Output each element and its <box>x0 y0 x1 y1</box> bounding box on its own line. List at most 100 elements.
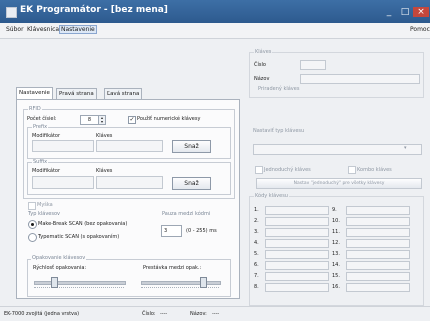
code-left-field[interactable] <box>265 228 329 237</box>
keyboard-type-select[interactable] <box>253 144 422 155</box>
pause-range-label: (0 - 255) ms <box>186 228 217 234</box>
code-left-label: 3. <box>254 229 259 235</box>
speed-slider-thumb[interactable] <box>50 277 58 288</box>
digits-spinner[interactable]: ▴ ▾ <box>98 115 106 125</box>
code-right-label: 16. <box>332 284 340 290</box>
menu-keyboard[interactable]: Klávesnica <box>27 26 59 33</box>
key-number-field[interactable] <box>300 60 326 70</box>
code-left-label: 5. <box>254 251 259 257</box>
suffix-modifier-field[interactable] <box>32 176 94 189</box>
suffix-key-field[interactable] <box>96 176 163 189</box>
typematic-label: Typematic SCAN (s opakovaním) <box>38 234 120 240</box>
code-left-label: 7. <box>254 273 259 279</box>
speed-slider-track <box>34 281 126 285</box>
code-right-field[interactable] <box>346 239 410 248</box>
combo-key-checkbox[interactable] <box>348 166 356 174</box>
code-left-label: 6. <box>254 262 259 268</box>
menu-settings[interactable]: Nastavenie <box>59 25 97 34</box>
code-right-label: 10. <box>332 218 340 224</box>
code-left-field[interactable] <box>265 206 329 215</box>
key-group-label: Kláves <box>254 49 273 55</box>
maximize-button[interactable]: □ <box>398 7 412 17</box>
repeat-group-label: Opakovanie klávesov <box>31 255 87 261</box>
codes-group-label: Kódy klávesu <box>254 193 289 199</box>
code-left-field[interactable] <box>265 239 329 248</box>
assigned-key-label: Priradený kláves <box>258 86 300 92</box>
code-right-field[interactable] <box>346 272 410 281</box>
combo-key-label: Kombo kláves <box>357 167 392 173</box>
code-left-label: 1. <box>254 207 259 213</box>
prefix-modifier-field[interactable] <box>32 140 94 152</box>
status-name-value: ---- <box>212 311 220 317</box>
suffix-modifier-label: Modifikátor <box>32 168 61 174</box>
make-break-radio[interactable] <box>28 220 37 229</box>
code-right-label: 11. <box>332 229 340 235</box>
menu-file[interactable]: Súbor <box>6 26 24 33</box>
status-number-label: Číslo: <box>142 311 156 317</box>
status-bar: EK-7000 zvojitá (jedna vrstva) Číslo: --… <box>0 306 430 321</box>
status-name-label: Názov: <box>190 311 207 317</box>
code-right-field[interactable] <box>346 217 410 226</box>
code-right-label: 13. <box>332 251 340 257</box>
window-title: EK Programátor - [bez mena] <box>20 5 168 15</box>
mouse-checkbox[interactable] <box>28 202 36 210</box>
app-icon <box>6 7 17 18</box>
code-left-field[interactable] <box>265 261 329 270</box>
single-key-checkbox[interactable] <box>255 166 263 174</box>
key-name-field[interactable] <box>300 74 420 84</box>
delay-slider-track <box>141 281 221 285</box>
mouse-label: Myška <box>37 202 53 208</box>
code-left-label: 8. <box>254 284 259 290</box>
prefix-group-label: Prefix <box>32 124 49 130</box>
key-type-label: Typ klávesov <box>27 211 62 217</box>
set-single-all-button[interactable]: Nastav "jednoduchý" pre všetky klávesy <box>256 178 422 189</box>
suffix-group-label: Suffix <box>32 159 49 165</box>
prefix-modifier-label: Modifikátor <box>32 133 61 139</box>
pause-input[interactable]: 3 <box>161 225 182 237</box>
code-left-field[interactable] <box>265 283 329 292</box>
menu-help[interactable]: Pomoc <box>410 26 430 33</box>
prefix-record-button[interactable]: Snaž <box>172 140 211 153</box>
pause-label: Pauza medzi kódmi <box>161 211 212 217</box>
digits-label: Počet čísiel: <box>27 116 57 122</box>
make-break-label: Make-Break SCAN (bez opakovania) <box>38 221 128 227</box>
key-number-label: Číslo <box>254 62 266 68</box>
prefix-key-field[interactable] <box>96 140 163 152</box>
numeric-keys-label: Použiť numerické klávesy <box>137 116 201 122</box>
single-key-label: Jednoduchý kláves <box>264 167 311 173</box>
code-left-label: 2. <box>254 218 259 224</box>
code-right-label: 12. <box>332 240 340 246</box>
code-right-field[interactable] <box>346 261 410 270</box>
suffix-key-label: Kláves <box>96 168 113 174</box>
suffix-record-button[interactable]: Snaž <box>172 177 211 190</box>
repeat-speed-label: Rýchlosť opakovania: <box>33 265 87 271</box>
code-right-field[interactable] <box>346 250 410 259</box>
title-bar: EK Programátor - [bez mena] _ □ × <box>0 0 430 23</box>
menu-bar: Súbor Klávesnica Nastavenie Pomoc <box>0 23 430 39</box>
minimize-button[interactable]: _ <box>382 7 396 17</box>
code-right-field[interactable] <box>346 206 410 215</box>
repeat-delay-label: Prestávka medzi opak.: <box>143 265 202 271</box>
keyboard-type-label: Nastaviť typ klávesu <box>253 128 305 134</box>
key-name-label: Názov <box>254 76 270 82</box>
code-right-label: 15. <box>332 273 340 279</box>
chevron-down-icon: ▾ <box>404 145 407 151</box>
typematic-radio[interactable] <box>28 233 37 242</box>
rfid-group-label: RFID <box>28 106 42 112</box>
prefix-key-label: Kláves <box>96 133 113 139</box>
status-number-value: ---- <box>160 311 168 317</box>
status-model: EK-7000 zvojitá (jedna vrstva) <box>4 311 80 317</box>
code-left-field[interactable] <box>265 272 329 281</box>
code-left-field[interactable] <box>265 250 329 259</box>
numeric-keys-checkbox[interactable]: ✓ <box>128 116 136 124</box>
delay-slider-thumb[interactable] <box>200 277 208 288</box>
code-left-field[interactable] <box>265 217 329 226</box>
code-right-label: 9. <box>332 207 337 213</box>
digits-input[interactable]: 8 <box>80 115 99 125</box>
code-right-field[interactable] <box>346 228 410 237</box>
code-left-label: 4. <box>254 240 259 246</box>
close-button[interactable]: × <box>413 7 429 17</box>
code-right-label: 14. <box>332 262 340 268</box>
code-right-field[interactable] <box>346 283 410 292</box>
speed-slider-ticks <box>34 287 124 291</box>
